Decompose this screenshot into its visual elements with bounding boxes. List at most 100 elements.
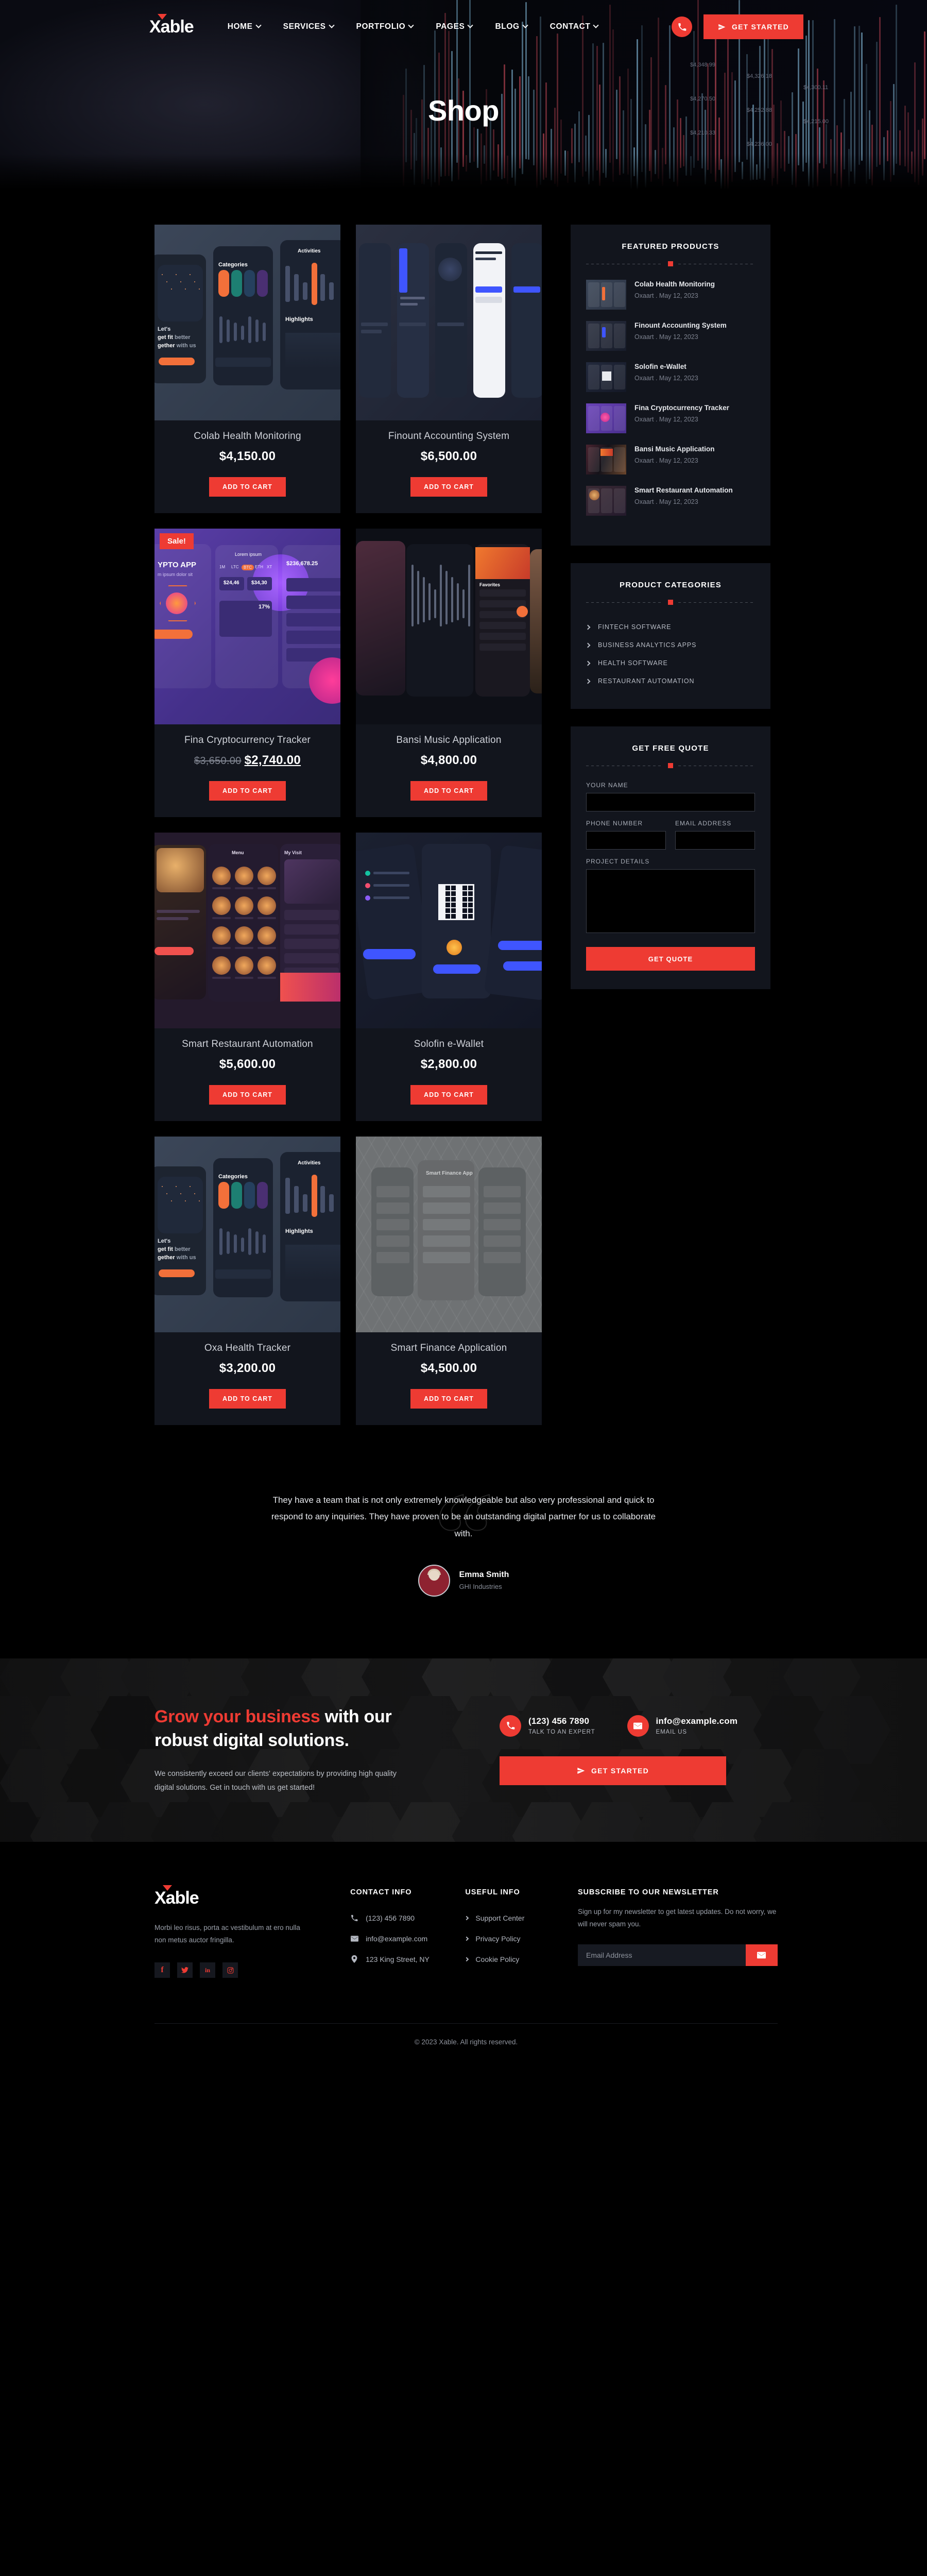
product-info: Bansi Music Application $4,800.00 ADD TO… [356,724,542,817]
header-get-started-button[interactable]: GET STARTED [703,14,803,39]
get-quote-button[interactable]: GET QUOTE [586,947,755,971]
featured-product-name: Bansi Music Application [634,445,715,453]
product-image[interactable]: Let's get fit better gether with us Categor… [154,225,340,420]
product-price-row: $5,600.00 [154,1057,340,1072]
your-name-input[interactable] [586,793,755,811]
twitter-icon[interactable] [177,1962,193,1978]
add-to-cart-button[interactable]: ADD TO CART [410,477,487,497]
footer-contact-item[interactable]: 123 King Street, NY [350,1955,465,1963]
cta-heading: Grow your business with our robust digit… [154,1705,484,1753]
featured-product-item[interactable]: Finount Accounting System Oxaart . May 1… [586,321,755,351]
add-to-cart-button[interactable]: ADD TO CART [410,1389,487,1409]
header-get-started-label: GET STARTED [732,23,789,31]
product-image[interactable] [356,225,542,420]
get-free-quote-widget: GET FREE QUOTE YOUR NAME PHONE NUMBER EM… [571,726,770,989]
cta-get-started-label: GET STARTED [591,1766,649,1775]
instagram-icon[interactable] [222,1962,238,1978]
featured-product-name: Finount Accounting System [634,321,727,329]
product-card[interactable]: Smart Finance App Smart Finance Applicat… [356,1137,542,1425]
featured-product-item[interactable]: Smart Restaurant Automation Oxaart . May… [586,486,755,516]
facebook-icon[interactable]: f [154,1962,170,1978]
category-label: HEALTH SOFTWARE [598,659,668,667]
chevron-right-icon [465,1957,469,1962]
add-to-cart-button[interactable]: ADD TO CART [209,477,286,497]
product-price: $2,800.00 [420,1057,477,1071]
phone-number-input[interactable] [586,831,666,850]
product-price-row: $4,150.00 [154,449,340,464]
email-address-input[interactable] [675,831,755,850]
product-image[interactable] [356,833,542,1028]
featured-product-item[interactable]: Fina Cryptocurrency Tracker Oxaart . May… [586,403,755,433]
product-image[interactable]: Menu My Visit [154,833,340,1028]
featured-product-item[interactable]: Solofin e-Wallet Oxaart . May 12, 2023 [586,362,755,392]
product-card[interactable]: Finount Accounting System $6,500.00 ADD … [356,225,542,513]
cta-phone[interactable]: (123) 456 7890 TALK TO AN EXPERT [500,1715,595,1737]
quote-row: PHONE NUMBER EMAIL ADDRESS [586,820,755,850]
newsletter-submit-button[interactable] [745,1944,778,1967]
cta-email[interactable]: info@example.com EMAIL US [627,1715,738,1737]
featured-product-thumb [586,280,626,310]
envelope-icon-circle [627,1715,649,1737]
your-name-label: YOUR NAME [586,782,628,789]
project-details-textarea[interactable] [586,869,755,933]
add-to-cart-button[interactable]: ADD TO CART [410,1085,487,1105]
divider [586,763,755,768]
featured-product-thumb [586,486,626,516]
featured-product-meta: Oxaart . May 12, 2023 [634,456,698,464]
category-item[interactable]: FINTECH SOFTWARE [585,618,755,636]
site-footer: Xable Morbi leo risus, porta ac vestibul… [0,1841,927,2067]
product-image[interactable]: Sale! YPTO APP m ipsum dolor sit Lorem ips… [154,529,340,724]
phone-icon-button[interactable] [672,16,693,37]
nav-item-pages[interactable]: PAGES [436,22,474,31]
product-image[interactable]: Favorites [356,529,542,724]
category-label: FINTECH SOFTWARE [598,623,672,631]
product-card[interactable]: Let's get fit better gether with us Categor… [154,1137,340,1425]
nav-item-portfolio[interactable]: PORTFOLIO [356,22,415,31]
footer-contact-item[interactable]: (123) 456 7890 [350,1914,465,1922]
product-card[interactable]: Solofin e-Wallet $2,800.00 ADD TO CART [356,833,542,1121]
linkedin-icon[interactable]: in [200,1962,215,1978]
featured-product-item[interactable]: Bansi Music Application Oxaart . May 12,… [586,445,755,474]
category-item[interactable]: HEALTH SOFTWARE [585,654,755,672]
add-to-cart-button[interactable]: ADD TO CART [410,781,487,801]
product-info: Fina Cryptocurrency Tracker $3,650.00 $2,… [154,724,340,817]
product-info: Colab Health Monitoring $4,150.00 ADD TO… [154,420,340,513]
footer-useful-item[interactable]: Cookie Policy [465,1955,578,1963]
footer-contact-item[interactable]: info@example.com [350,1935,465,1943]
nav-item-label: PAGES [436,22,465,31]
site-logo[interactable]: Xable [149,13,194,37]
product-card[interactable]: Let's get fit better gether with us Categor… [154,225,340,513]
add-to-cart-button[interactable]: ADD TO CART [209,1389,286,1409]
nav-item-contact[interactable]: CONTACT [550,22,599,31]
shop-layout: Let's get fit better gether with us Categor… [0,190,927,1425]
add-to-cart-button[interactable]: ADD TO CART [209,781,286,801]
phone-number-label: PHONE NUMBER [586,820,643,827]
product-card[interactable]: Sale! YPTO APP m ipsum dolor sit Lorem ips… [154,529,340,817]
product-price-row: $4,500.00 [356,1361,542,1376]
chevron-right-icon [585,642,591,648]
product-title: Smart Finance Application [390,1343,507,1353]
product-old-price: $3,650.00 [194,755,242,767]
footer-useful-item[interactable]: Support Center [465,1914,578,1922]
cta-get-started-button[interactable]: GET STARTED [500,1756,726,1785]
category-item[interactable]: BUSINESS ANALYTICS APPS [585,636,755,654]
footer-logo[interactable]: Xable [154,1885,316,1908]
product-card[interactable]: Favorites Bansi Music Application $4,800… [356,529,542,817]
newsletter-email-input[interactable] [577,1944,746,1967]
product-image[interactable]: Let's get fit better gether with us Categor… [154,1137,340,1332]
product-image[interactable]: Smart Finance App [356,1137,542,1332]
nav-item-blog[interactable]: BLOG [495,22,528,31]
nav-item-services[interactable]: SERVICES [283,22,335,31]
nav-item-home[interactable]: HOME [228,22,262,31]
footer-useful-item[interactable]: Privacy Policy [465,1935,578,1943]
product-card[interactable]: Menu My Visit Smart Restaurant Automation… [154,833,340,1121]
add-to-cart-button[interactable]: ADD TO CART [209,1085,286,1105]
featured-product-item[interactable]: Colab Health Monitoring Oxaart . May 12,… [586,280,755,310]
testimonial-text: They have a team that is not only extrem… [271,1495,656,1538]
phone-icon-circle [500,1715,521,1737]
category-item[interactable]: RESTAURANT AUTOMATION [585,672,755,690]
testimonial-author-company: GHI Industries [459,1583,502,1591]
hero-banner: $4,348.99 $4,326.18 $4,300.11 $4,270.50 $4,2… [0,0,927,190]
featured-product-thumb [586,362,626,392]
product-price: $3,200.00 [219,1361,276,1375]
